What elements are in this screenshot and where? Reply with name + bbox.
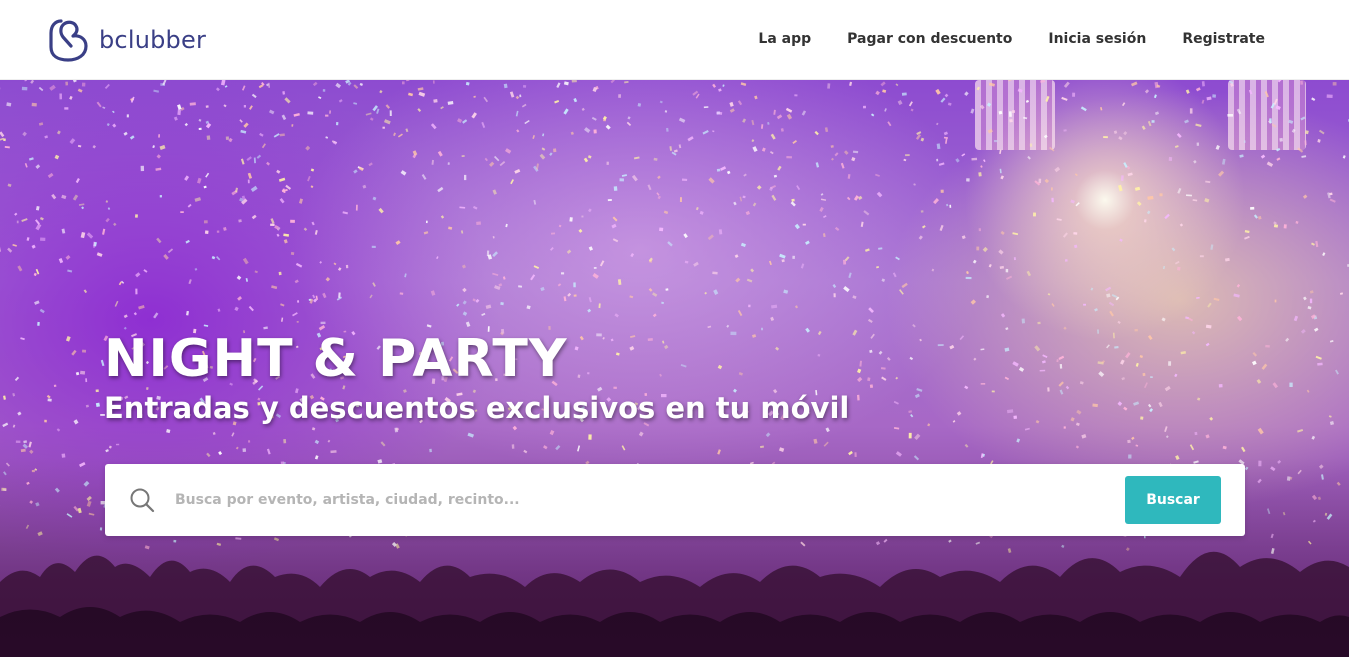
search-button[interactable]: Buscar [1125, 476, 1221, 524]
hero-subtitle: Entradas y descuentos exclusivos en tu m… [104, 391, 850, 425]
hero-banner: NIGHT & PARTY Entradas y descuentos excl… [0, 80, 1349, 657]
site-header: bclubber La app Pagar con descuento Inic… [0, 0, 1349, 80]
search-bar: Buscar [105, 464, 1245, 536]
nav-link-pagar-con-descuento[interactable]: Pagar con descuento [847, 31, 1012, 47]
brand-name: bclubber [99, 26, 207, 54]
search-input[interactable] [175, 482, 1105, 518]
main-nav: La app Pagar con descuento Inicia sesión… [758, 31, 1265, 47]
nav-link-inicia-sesion[interactable]: Inicia sesión [1048, 31, 1146, 47]
brand-logo[interactable]: bclubber [47, 17, 206, 63]
search-icon [130, 488, 155, 513]
bclubber-logo-icon [49, 19, 88, 62]
nav-link-registrate[interactable]: Registrate [1182, 31, 1265, 47]
hero-title: NIGHT & PARTY [104, 329, 568, 389]
nav-link-la-app[interactable]: La app [758, 31, 811, 47]
